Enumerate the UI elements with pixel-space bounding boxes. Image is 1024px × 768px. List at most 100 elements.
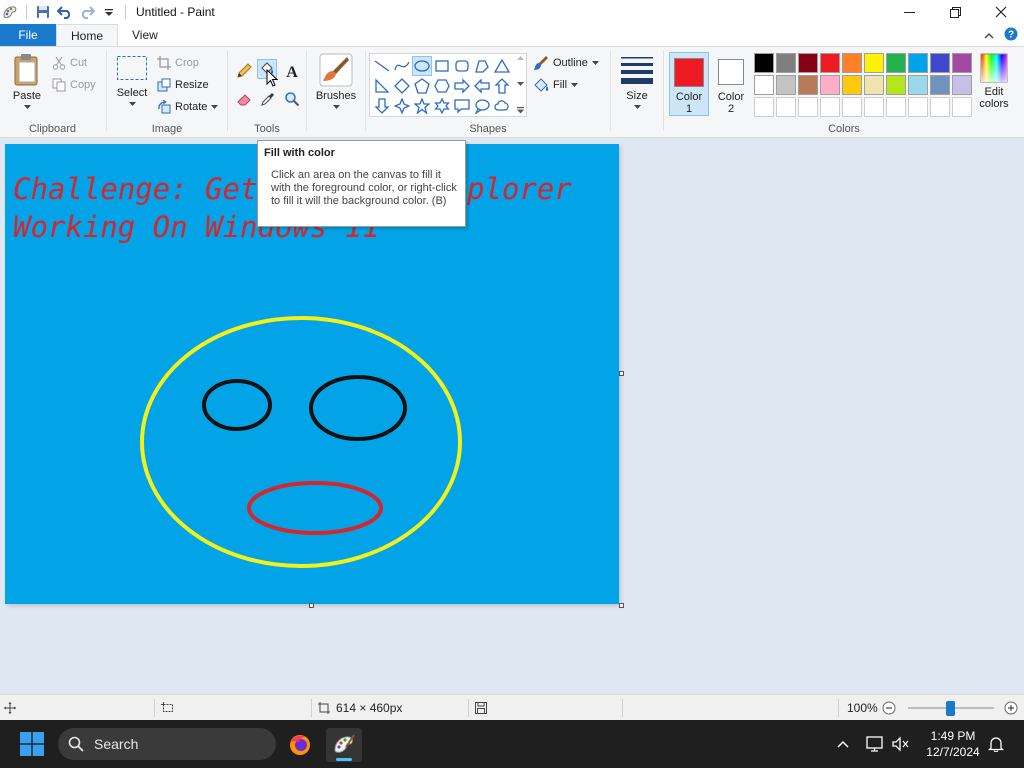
hexagon-shape[interactable] (432, 76, 452, 96)
palette-swatch[interactable] (908, 75, 928, 95)
palette-swatch[interactable] (864, 97, 884, 117)
palette-swatch[interactable] (754, 75, 774, 95)
palette-swatch[interactable] (754, 53, 774, 73)
left-arrow-shape[interactable] (472, 76, 492, 96)
palette-swatch[interactable] (798, 97, 818, 117)
six-point-star-shape[interactable] (432, 96, 452, 116)
rounded-rectangle-shape[interactable] (452, 56, 472, 76)
diamond-shape[interactable] (392, 76, 412, 96)
down-arrow-shape[interactable] (372, 96, 392, 116)
oval-callout-shape[interactable] (472, 96, 492, 116)
cloud-callout-shape[interactable] (492, 96, 512, 116)
rectangular-callout-shape[interactable] (452, 96, 472, 116)
triangle-shape[interactable] (492, 56, 512, 76)
palette-swatch[interactable] (886, 75, 906, 95)
network-icon-button[interactable] (866, 720, 884, 768)
palette-swatch[interactable] (798, 75, 818, 95)
oval-shape[interactable] (412, 56, 432, 76)
palette-swatch[interactable] (820, 75, 840, 95)
four-point-star-shape[interactable] (392, 96, 412, 116)
palette-swatch[interactable] (864, 53, 884, 73)
close-button[interactable] (978, 0, 1024, 24)
fill-button[interactable]: Fill (533, 75, 579, 95)
palette-swatch[interactable] (952, 75, 972, 95)
right-triangle-shape[interactable] (372, 76, 392, 96)
palette-swatch[interactable] (820, 97, 840, 117)
resize-handle-right[interactable] (619, 371, 624, 376)
palette-swatch[interactable] (842, 75, 862, 95)
palette-swatch[interactable] (930, 97, 950, 117)
tab-view[interactable]: View (118, 24, 172, 46)
canvas-workspace[interactable]: Challenge: Get Internet Explorer Working… (0, 139, 1024, 694)
collapse-ribbon-icon[interactable] (984, 29, 994, 43)
taskbar-clock[interactable]: 1:49 PM 12/7/2024 (920, 728, 986, 760)
line-shape[interactable] (372, 56, 392, 76)
redo-icon[interactable] (79, 4, 95, 20)
palette-swatch[interactable] (952, 97, 972, 117)
palette-swatch[interactable] (820, 53, 840, 73)
zoom-out-button[interactable] (882, 695, 896, 721)
rotate-button[interactable]: Rotate (157, 97, 219, 117)
pencil-tool[interactable] (234, 61, 254, 81)
palette-swatch[interactable] (908, 97, 928, 117)
notifications-button[interactable] (988, 720, 1004, 768)
color1-button[interactable]: Color 1 (669, 52, 709, 116)
volume-icon-button[interactable] (892, 720, 910, 768)
palette-swatch[interactable] (754, 97, 774, 117)
palette-swatch[interactable] (930, 53, 950, 73)
resize-handle-corner[interactable] (619, 603, 624, 608)
taskbar-search[interactable]: Search (58, 728, 276, 760)
palette-swatch[interactable] (776, 53, 796, 73)
cut-button[interactable]: Cut (52, 53, 87, 73)
minimize-button[interactable] (886, 0, 932, 24)
shapes-scroll[interactable] (516, 56, 524, 114)
color-picker-tool[interactable] (258, 89, 278, 109)
eraser-tool[interactable] (234, 89, 254, 109)
magnifier-tool[interactable] (282, 89, 302, 109)
customize-toolbar-icon[interactable] (101, 4, 117, 20)
color2-button[interactable]: Color 2 (711, 52, 751, 116)
palette-swatch[interactable] (930, 75, 950, 95)
palette-swatch[interactable] (908, 53, 928, 73)
curve-shape[interactable] (392, 56, 412, 76)
palette-swatch[interactable] (864, 75, 884, 95)
up-arrow-shape[interactable] (492, 76, 512, 96)
zoom-slider-thumb[interactable] (946, 701, 955, 716)
text-tool[interactable]: A (282, 61, 302, 81)
help-icon[interactable]: ? (1004, 27, 1018, 44)
outline-button[interactable]: Outline (533, 53, 599, 73)
undo-icon[interactable] (57, 4, 73, 20)
tab-file[interactable]: File (0, 24, 56, 46)
size-button[interactable]: Size (619, 53, 655, 110)
save-icon[interactable] (35, 4, 51, 20)
paste-button[interactable]: Paste (8, 53, 46, 110)
resize-button[interactable]: Resize (157, 75, 209, 95)
five-point-star-shape[interactable] (412, 96, 432, 116)
start-button[interactable] (20, 732, 44, 756)
taskbar-firefox[interactable] (282, 728, 318, 762)
select-button[interactable]: Select (113, 55, 151, 107)
palette-swatch[interactable] (776, 75, 796, 95)
maximize-button[interactable] (932, 0, 978, 24)
resize-handle-bottom[interactable] (309, 603, 314, 608)
palette-swatch[interactable] (798, 53, 818, 73)
palette-swatch[interactable] (842, 53, 862, 73)
edit-colors-button[interactable]: Edit colors (976, 53, 1012, 110)
rectangle-shape[interactable] (432, 56, 452, 76)
brushes-button[interactable]: Brushes (315, 53, 357, 110)
crop-button[interactable]: Crop (157, 53, 199, 73)
taskbar-paint[interactable] (326, 728, 362, 762)
zoom-in-button[interactable] (1004, 695, 1018, 721)
copy-button[interactable]: Copy (52, 75, 96, 95)
right-arrow-shape[interactable] (452, 76, 472, 96)
paint-app-icon[interactable] (2, 4, 18, 20)
palette-swatch[interactable] (776, 97, 796, 117)
palette-swatch[interactable] (842, 97, 862, 117)
palette-swatch[interactable] (886, 53, 906, 73)
polygon-shape[interactable] (472, 56, 492, 76)
palette-swatch[interactable] (952, 53, 972, 73)
show-hidden-icons[interactable] (836, 720, 850, 768)
pentagon-shape[interactable] (412, 76, 432, 96)
palette-swatch[interactable] (886, 97, 906, 117)
tab-home[interactable]: Home (56, 24, 119, 46)
